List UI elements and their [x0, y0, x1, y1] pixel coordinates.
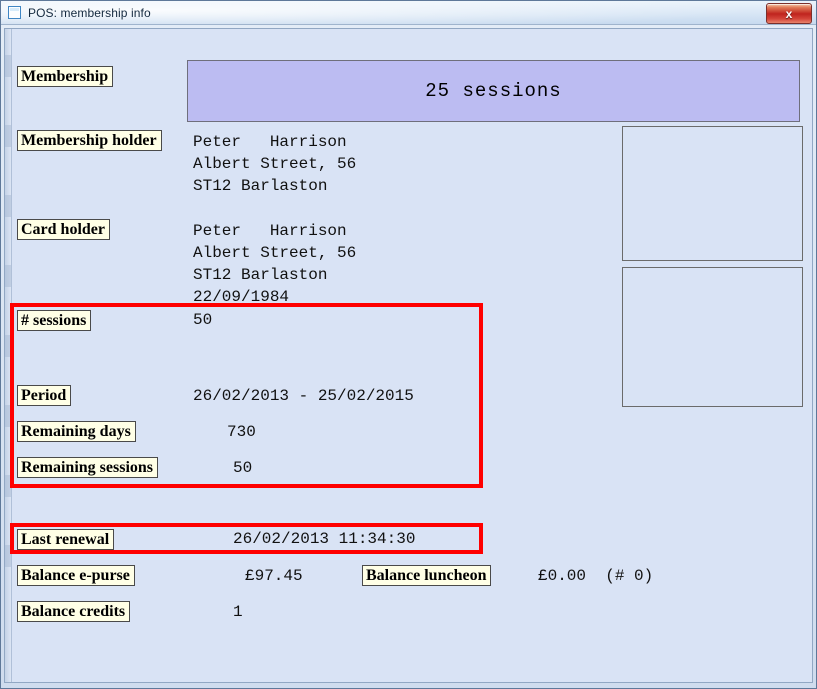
window-title: POS: membership info: [28, 5, 151, 20]
membership-holder-label-wrap: Membership holder: [17, 130, 162, 151]
card-holder-line-3: ST12 Barlaston: [193, 266, 328, 284]
sessions-label: # sessions: [17, 310, 92, 331]
period-label: Period: [17, 385, 72, 406]
card-holder-line-2: Albert Street, 56: [193, 244, 357, 262]
remaining-days-label: Remaining days: [17, 421, 136, 442]
client-area: 25 sessions Membership Membership holder…: [4, 28, 813, 683]
membership-holder-label: Membership holder: [17, 130, 162, 151]
membership-type-text: 25 sessions: [425, 80, 562, 102]
window-icon: [8, 6, 21, 19]
card-holder-label: Card holder: [17, 219, 110, 240]
member-photo-placeholder[interactable]: [622, 126, 803, 261]
card-holder-line-1: Peter Harrison: [193, 222, 347, 240]
card-holder-label-wrap: Card holder: [17, 219, 110, 240]
sessions-label-wrap: # sessions: [17, 310, 92, 331]
balance-luncheon-label: Balance luncheon: [362, 565, 492, 586]
membership-type-banner: 25 sessions: [187, 60, 800, 122]
close-button[interactable]: x: [766, 3, 812, 24]
close-icon: x: [785, 6, 793, 21]
last-renewal-value: 26/02/2013 11:34:30: [233, 530, 416, 548]
title-bar: POS: membership info x: [1, 1, 816, 25]
card-holder-birthdate: 22/09/1984: [193, 288, 290, 306]
period-value: 26/02/2013 - 25/02/2015: [193, 387, 414, 405]
membership-holder-line-1: Peter Harrison: [193, 133, 347, 151]
balance-epurse-value: £97.45: [245, 567, 303, 585]
sessions-value: 50: [193, 311, 213, 329]
balance-luncheon-label-wrap: Balance luncheon: [362, 565, 492, 586]
remaining-sessions-value: 50: [233, 459, 253, 477]
membership-info-window: POS: membership info x 25 sessions Membe…: [0, 0, 817, 689]
period-label-wrap: Period: [17, 385, 72, 406]
remaining-sessions-label: Remaining sessions: [17, 457, 159, 478]
last-renewal-label-wrap: Last renewal: [17, 529, 115, 550]
button-bar: [5, 594, 812, 682]
membership-row: Membership: [17, 66, 114, 87]
balance-luncheon-value: £0.00 (# 0): [538, 567, 654, 585]
membership-label: Membership: [17, 66, 114, 87]
remaining-days-label-wrap: Remaining days: [17, 421, 136, 442]
remaining-sessions-label-wrap: Remaining sessions: [17, 457, 159, 478]
last-renewal-label: Last renewal: [17, 529, 115, 550]
membership-holder-line-3: ST12 Barlaston: [193, 177, 328, 195]
left-scroll-rail[interactable]: [5, 29, 12, 682]
balance-epurse-label-wrap: Balance e-purse: [17, 565, 135, 586]
remaining-days-value: 730: [227, 423, 256, 441]
balance-epurse-label: Balance e-purse: [17, 565, 135, 586]
membership-holder-line-2: Albert Street, 56: [193, 155, 357, 173]
signature-placeholder[interactable]: [622, 267, 803, 407]
